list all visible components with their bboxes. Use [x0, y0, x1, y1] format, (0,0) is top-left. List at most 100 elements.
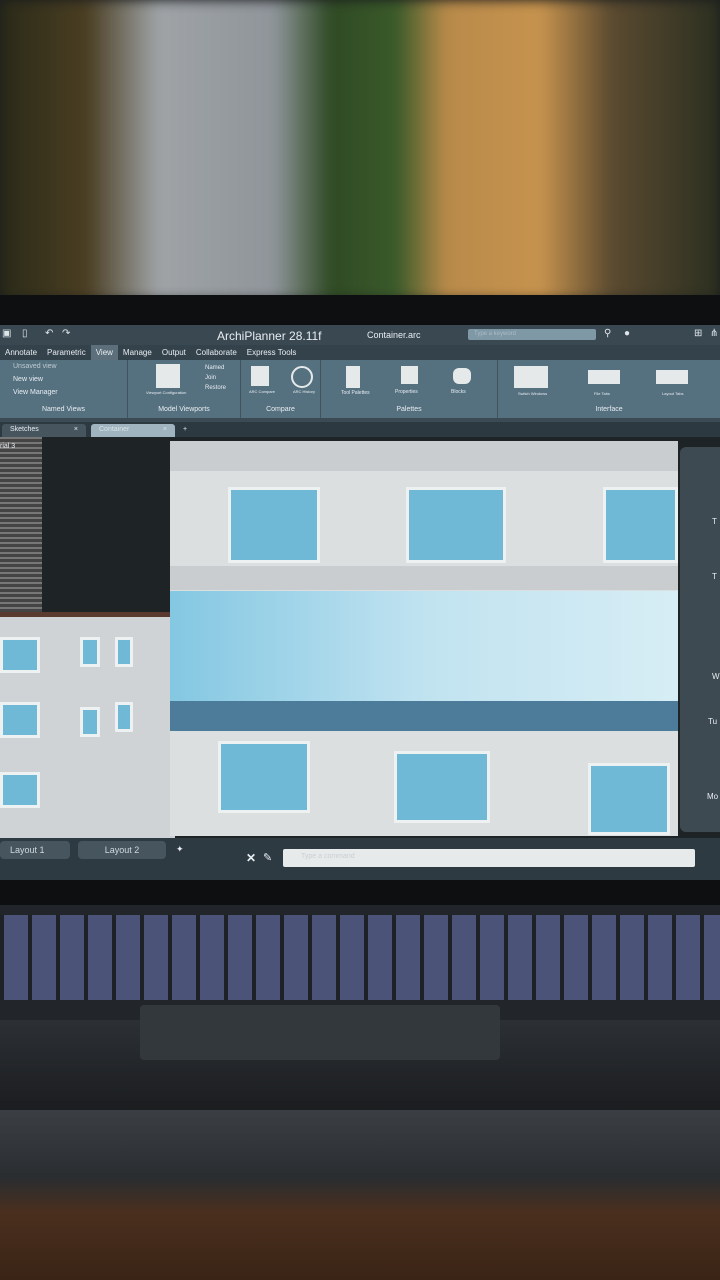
window — [603, 487, 678, 563]
named-button[interactable]: Named — [205, 365, 224, 371]
title-bar: ▣ ▯ ↶ ↷ ArchiPlanner 28.11f Container.ar… — [0, 325, 720, 345]
keyboard — [0, 905, 720, 1020]
new-view[interactable]: New view — [13, 376, 43, 383]
group-label: Named Views — [41, 406, 86, 413]
window — [80, 707, 100, 737]
group-palettes: Tool Palettes Properties Blocks Palettes — [321, 360, 498, 418]
group-compare: ARC Compare ARC History Compare — [241, 360, 321, 418]
tool-palettes-icon[interactable] — [346, 366, 360, 388]
blocks-icon[interactable] — [453, 368, 471, 384]
file-tabs-icon[interactable] — [588, 370, 620, 384]
group-interface: Switch Windows File Tabs Layout Tabs Int… — [498, 360, 720, 418]
tab-label: Sketches — [10, 426, 39, 433]
window — [228, 487, 320, 563]
properties-panel: T T W Tu Mo — [680, 447, 720, 832]
panel-label: W — [712, 672, 720, 681]
menu-bar: Annotate Parametric View Manage Output C… — [0, 345, 720, 360]
unsaved-view[interactable]: Unsaved view — [13, 363, 57, 370]
app-title: ArchiPlanner 28.11f — [217, 329, 322, 343]
floor-band — [170, 441, 678, 471]
close-icon[interactable]: ✕ — [246, 851, 256, 865]
properties-label: Properties — [395, 389, 418, 395]
window — [115, 702, 133, 732]
floor-band — [170, 701, 678, 731]
switch-windows-icon[interactable] — [514, 366, 548, 388]
new-tab-button[interactable]: + — [180, 424, 190, 437]
app-window: ▣ ▯ ↶ ↷ ArchiPlanner 28.11f Container.ar… — [0, 325, 720, 880]
phone-icon[interactable]: ▯ — [22, 328, 28, 339]
panel-label: T — [712, 572, 717, 581]
tab-sketches[interactable]: Sketches × — [2, 424, 86, 437]
group-label: Palettes — [396, 406, 422, 413]
search-icon[interactable]: ⚲ — [604, 328, 611, 339]
history-label: ARC History — [293, 389, 316, 394]
group-label: Model Viewports — [158, 406, 210, 413]
share-icon[interactable]: ⋔ — [710, 328, 718, 339]
menu-express-tools[interactable]: Express Tools — [242, 345, 302, 360]
user-icon[interactable]: ● — [624, 328, 630, 339]
panel-label: Tu — [708, 717, 718, 726]
layout-tab-1[interactable]: Layout 1 — [0, 841, 70, 859]
floor-band — [170, 566, 678, 590]
join-button[interactable]: Join — [205, 375, 216, 381]
blocks-label: Blocks — [451, 389, 466, 395]
main-building — [170, 441, 678, 836]
menu-output[interactable]: Output — [157, 345, 191, 360]
side-building — [0, 617, 175, 838]
search-input[interactable]: Type a keyword — [468, 329, 596, 340]
group-model-viewports: Viewport Configuration Named Join Restor… — [128, 360, 241, 418]
close-icon[interactable]: × — [163, 426, 167, 433]
window — [0, 772, 40, 808]
viewport-config-label: Viewport Configuration — [146, 390, 187, 395]
window — [588, 763, 670, 835]
glass-floor — [170, 591, 678, 701]
command-input[interactable]: Type a command — [283, 849, 695, 867]
window — [80, 637, 100, 667]
menu-manage[interactable]: Manage — [118, 345, 157, 360]
3d-viewport[interactable]: rial 3 T T W Tu Mo — [0, 437, 720, 838]
window — [0, 702, 40, 738]
pencil-icon[interactable]: ✎ — [263, 851, 272, 864]
blurred-background — [0, 0, 720, 300]
window — [406, 487, 506, 563]
view-manager[interactable]: View Manager — [13, 389, 58, 396]
print-icon[interactable]: ▣ — [2, 328, 11, 339]
tab-label: Container — [99, 426, 130, 433]
layout-tab-2[interactable]: Layout 2 — [78, 841, 166, 859]
properties-icon[interactable] — [401, 366, 418, 384]
touchpad — [140, 1005, 500, 1060]
group-label: Interface — [595, 406, 623, 413]
group-named-views: Unsaved view New view View Manager Named… — [0, 360, 128, 418]
panel-label: T — [712, 517, 717, 526]
document-tabs: Sketches × Container × + — [0, 422, 720, 437]
undo-icon[interactable]: ↶ — [45, 328, 53, 339]
menu-view[interactable]: View — [90, 345, 118, 360]
file-tabs-label: File Tabs — [594, 391, 610, 396]
viewport-config-icon[interactable] — [156, 364, 180, 388]
restore-button[interactable]: Restore — [205, 385, 226, 391]
menu-annotate[interactable]: Annotate — [0, 345, 42, 360]
panel-label: Mo — [707, 792, 719, 801]
ribbon: Unsaved view New view View Manager Named… — [0, 360, 720, 418]
menu-collaborate[interactable]: Collaborate — [191, 345, 242, 360]
pin-icon[interactable]: ✦ — [176, 844, 184, 855]
redo-icon[interactable]: ↷ — [62, 328, 70, 339]
window — [115, 637, 133, 667]
close-icon[interactable]: × — [74, 426, 78, 433]
window — [0, 637, 40, 673]
switch-windows-label: Switch Windows — [518, 391, 548, 396]
keys — [0, 915, 720, 1000]
tab-container[interactable]: Container × — [91, 424, 175, 437]
history-icon[interactable] — [291, 366, 313, 388]
compare-label: ARC Compare — [249, 389, 276, 394]
compare-icon[interactable] — [251, 366, 269, 386]
layout-tabs-icon[interactable] — [656, 370, 688, 384]
cart-icon[interactable]: ⊞ — [694, 328, 702, 339]
menu-parametric[interactable]: Parametric — [42, 345, 91, 360]
tower-model — [0, 437, 42, 612]
tool-palettes-label: Tool Palettes — [341, 390, 370, 396]
window — [394, 751, 490, 823]
status-bar: Layout 1 Layout 2 ✦ ✕ ✎ Type a command — [0, 838, 720, 880]
file-name: Container.arc — [367, 330, 421, 340]
window — [218, 741, 310, 813]
